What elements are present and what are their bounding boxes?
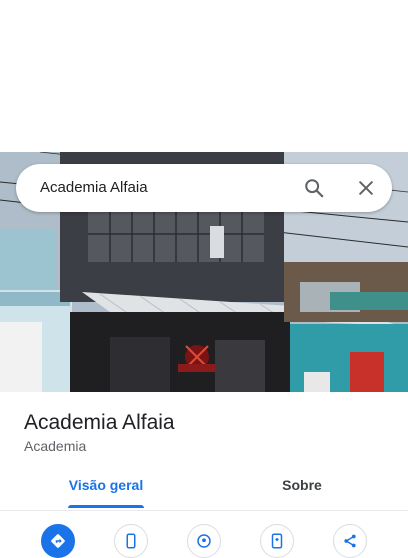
directions-icon xyxy=(51,534,65,548)
save-icon xyxy=(271,533,283,549)
search-bar[interactable]: Academia Alfaia xyxy=(16,164,392,212)
tab-overview[interactable]: Visão geral xyxy=(60,468,152,510)
search-input[interactable]: Academia Alfaia xyxy=(40,164,148,212)
directions-button[interactable] xyxy=(41,524,75,558)
tab-about[interactable]: Sobre xyxy=(260,468,344,510)
blank-area xyxy=(0,0,408,152)
phone-icon xyxy=(126,533,136,549)
call-button[interactable] xyxy=(114,524,148,558)
share-icon xyxy=(344,534,356,548)
location-icon xyxy=(197,534,211,548)
tab-bar: Visão geral Sobre xyxy=(0,468,408,511)
close-icon[interactable] xyxy=(352,174,380,202)
place-title: Academia Alfaia xyxy=(24,411,175,434)
action-buttons-row xyxy=(0,522,408,558)
search-icon[interactable] xyxy=(300,174,328,202)
share-button[interactable] xyxy=(333,524,367,558)
place-panel: Academia Alfaia Academia Visão geral Sob… xyxy=(0,392,408,558)
save-button[interactable] xyxy=(260,524,294,558)
place-category: Academia xyxy=(24,438,87,454)
tab-selected-indicator xyxy=(68,505,144,508)
nearby-button[interactable] xyxy=(187,524,221,558)
